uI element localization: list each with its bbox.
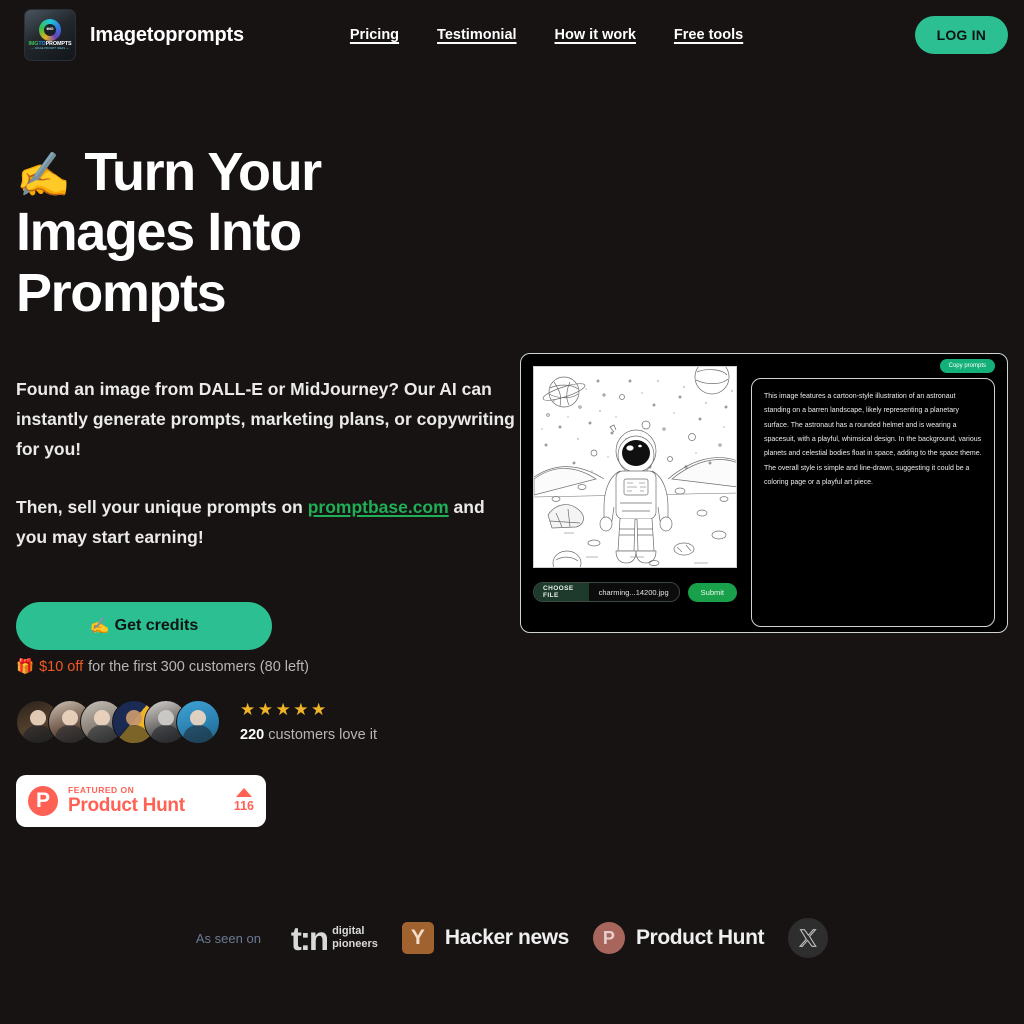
gift-icon: 🎁 [16,659,35,675]
brand-name: Imagetoprompts [90,23,244,46]
upvote-triangle-icon [235,788,252,798]
nav-item-free-tools[interactable]: Free tools [674,27,743,43]
hero-description: Found an image from DALL-E or MidJourney… [16,374,516,552]
social-proof: ★★★★★ 220 customers love it [16,700,377,744]
writing-hand-icon: ✍ [16,151,71,200]
ycombinator-icon: Y [401,922,434,954]
logo-ring-icon [39,19,61,41]
site-logo-icon: IMG IMGTOPROMPTS — IMAGE PROMPT IDEAS — [24,9,76,61]
demo-upload-column: CHOOSE FILE charming...14200.jpg Submit [533,366,737,620]
customer-avatars [16,700,220,744]
customer-count-label: customers love it [268,727,378,743]
t3n-tagline: digital pioneers [332,925,378,950]
product-hunt-logo-icon: P [28,786,58,816]
offer-details: for the first 300 customers (80 left) [88,659,309,675]
product-hunt-footer-logo: P Product Hunt [592,922,765,954]
product-hunt-texts: FEATURED ON Product Hunt [68,786,185,816]
selected-file-name: charming...14200.jpg [588,583,679,601]
site-header: IMG IMGTOPROMPTS — IMAGE PROMPT IDEAS — … [0,0,1024,70]
star-rating-icon: ★★★★★ [240,700,329,719]
page-title: ✍ Turn Your Images Into Prompts [16,142,486,323]
product-hunt-upvote[interactable]: 116 [234,788,254,813]
astronaut-illustration [533,366,737,568]
offer-banner: 🎁 $10 off for the first 300 customers (8… [16,658,309,675]
nav-item-how-it-work[interactable]: How it work [555,27,636,43]
hero-paragraph-1: Found an image from DALL-E or MidJourney… [16,379,515,460]
product-hunt-badge[interactable]: P FEATURED ON Product Hunt 116 [16,775,266,827]
get-credits-button[interactable]: ✍ Get credits [16,602,272,650]
hero-paragraph-2-before: Then, sell your unique prompts on [16,497,308,518]
product-hunt-icon: P [592,922,625,954]
file-input[interactable]: CHOOSE FILE charming...14200.jpg [533,582,680,602]
login-button[interactable]: LOG IN [914,16,1008,54]
hero-paragraph-2: Then, sell your unique prompts on prompt… [16,492,516,552]
t3n-mark-icon: t:n [290,919,329,957]
submit-button[interactable]: Submit [687,582,737,602]
hacker-news-label: Hacker news [444,926,569,949]
nav-item-pricing[interactable]: Pricing [350,27,399,43]
avatar [176,700,220,744]
copy-prompts-button[interactable]: Copy prompts [939,359,995,373]
x-twitter-icon[interactable] [788,918,829,958]
rating-block: ★★★★★ 220 customers love it [240,701,377,743]
logo-tagline: — IMAGE PROMPT IDEAS — [31,47,69,51]
brand[interactable]: IMG IMGTOPROMPTS — IMAGE PROMPT IDEAS — … [24,9,244,61]
hacker-news-logo: Y Hacker news [401,922,569,954]
writing-hand-icon: ✍ [89,618,110,635]
as-seen-on-bar: As seen on t:n digital pioneers Y Hacker… [0,918,1024,958]
nav-item-testimonial[interactable]: Testimonial [437,27,517,43]
product-hunt-footer-label: Product Hunt [635,926,765,949]
demo-output-column: Copy prompts This image features a carto… [751,359,995,627]
astronaut-lineart-icon [534,367,736,567]
upvote-count: 116 [233,799,254,814]
choose-file-button[interactable]: CHOOSE FILE [534,583,589,601]
customer-count: 220 [240,727,265,743]
as-seen-on-label: As seen on [195,930,261,946]
product-hunt-name: Product Hunt [68,794,185,816]
offer-price: $10 off [39,659,84,675]
generated-prompt-text: This image features a cartoon-style illu… [751,378,995,627]
demo-panel: CHOOSE FILE charming...14200.jpg Submit … [520,353,1008,633]
main-nav: Pricing Testimonial How it work Free too… [350,27,743,43]
file-upload-row: CHOOSE FILE charming...14200.jpg Submit [533,582,737,602]
get-credits-label: Get credits [114,617,199,634]
customer-count-text: 220 customers love it [240,727,377,743]
product-hunt-kicker: FEATURED ON [68,785,135,796]
t3n-logo: t:n digital pioneers [291,922,378,955]
promptbase-link[interactable]: promptbase.com [308,497,449,517]
x-glyph [799,929,817,947]
t3n-tagline-line2: pioneers [332,938,378,950]
t3n-tagline-line1: digital [332,925,365,938]
